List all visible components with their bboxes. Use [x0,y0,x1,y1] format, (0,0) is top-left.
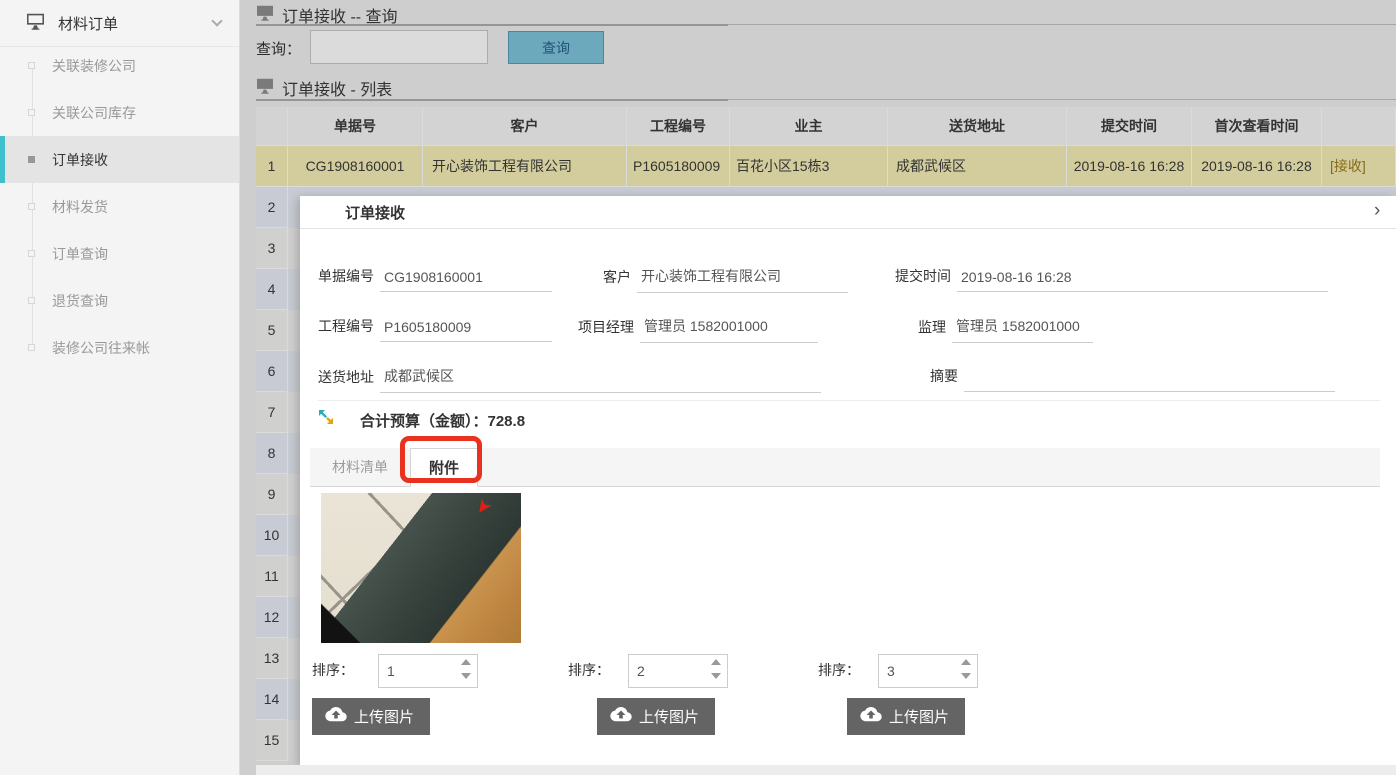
bullet-icon [28,109,35,116]
sort-stepper-3[interactable] [878,654,978,688]
sidebar-item-label: 退货查询 [52,291,108,311]
bullet-icon [28,203,35,210]
horizontal-scrollbar[interactable] [256,765,1396,775]
tab-material-list[interactable]: 材料清单 [310,448,410,486]
sidebar-item-order-query[interactable]: 订单查询 [0,230,239,277]
field-submit-time-value[interactable]: 2019-08-16 16:28 [957,269,1328,292]
field-submit-time: 提交时间 2019-08-16 16:28 [895,266,1328,292]
sidebar-item-material-ship[interactable]: 材料发货 [0,183,239,230]
sort-stepper-2[interactable] [628,654,728,688]
stepper-down-icon[interactable] [461,673,471,679]
bullet-icon [28,62,35,69]
upload-image-button-3[interactable]: 上传图片 [847,698,965,735]
upload-image-button-1[interactable]: 上传图片 [312,698,430,735]
order-receive-modal: 订单接收 › 单据编号 CG1908160001 客户 开心装饰工程有限公司 提… [300,196,1396,765]
sidebar-item-company-stock[interactable]: 关联公司库存 [0,89,239,136]
field-supervisor: 监理 管理员 1582001000 [918,316,1093,343]
upload-image-button-2[interactable]: 上传图片 [597,698,715,735]
cloud-upload-icon [610,707,632,727]
bullet-icon [28,156,35,163]
attachment-photo-thumbnail[interactable]: ➤ [321,493,521,643]
sidebar: 材料订单 关联装修公司 关联公司库存 订单接收 材料发货 订单查询 退货查询 装… [0,0,240,775]
cloud-upload-icon [860,707,882,727]
sidebar-item-label: 订单查询 [52,244,108,264]
field-project-manager-value[interactable]: 管理员 1582001000 [640,316,818,343]
sort-label-3: 排序： [818,658,860,682]
field-customer-value[interactable]: 开心装饰工程有限公司 [637,266,848,293]
sidebar-item-label: 装修公司往来帐 [52,338,150,358]
red-arrow-annotation-icon: ➤ [469,493,497,519]
field-customer: 客户 开心装饰工程有限公司 [603,266,848,293]
field-delivery-address-value[interactable]: 成都武候区 [380,366,821,393]
bullet-icon [28,344,35,351]
field-doc-no-value[interactable]: CG1908160001 [380,269,552,292]
sidebar-item-label: 关联公司库存 [52,103,136,123]
field-supervisor-value[interactable]: 管理员 1582001000 [952,316,1093,343]
field-delivery-address: 送货地址 成都武候区 [318,366,821,393]
sidebar-item-related-company[interactable]: 关联装修公司 [0,42,239,89]
sidebar-item-order-receive[interactable]: 订单接收 [0,136,239,183]
stepper-down-icon[interactable] [961,673,971,679]
sort-label-1: 排序： [312,658,354,682]
stepper-up-icon[interactable] [461,659,471,665]
divider [318,400,1380,401]
stepper-down-icon[interactable] [711,673,721,679]
field-summary-value[interactable] [964,385,1335,392]
sidebar-header[interactable]: 材料订单 [0,0,239,47]
collapse-chevron-icon[interactable]: › [1374,200,1394,222]
sidebar-item-label: 订单接收 [52,150,108,170]
stepper-up-icon[interactable] [711,659,721,665]
cloud-upload-icon [325,707,347,727]
tab-bar: 材料清单 附件 [310,448,1380,487]
bullet-icon [28,250,35,257]
sort-input-1[interactable] [379,655,455,687]
chevron-down-icon [211,15,222,26]
field-project-manager: 项目经理 管理员 1582001000 [578,316,818,343]
field-project-no-value[interactable]: P1605180009 [380,319,552,342]
modal-title: 订单接收 [345,202,405,223]
monitor-icon [26,13,45,34]
sort-label-2: 排序： [568,658,610,682]
sidebar-item-return-query[interactable]: 退货查询 [0,277,239,324]
budget-total-text: 合计预算（金额）：728.8 [360,410,525,431]
field-doc-no: 单据编号 CG1908160001 [318,266,552,292]
sort-stepper-1[interactable] [378,654,478,688]
field-project-no: 工程编号 P1605180009 [318,316,552,342]
field-summary: 摘要 [930,366,1335,392]
sidebar-title: 材料订单 [58,13,118,34]
expand-arrows-icon[interactable] [318,409,334,430]
bullet-icon [28,297,35,304]
sidebar-item-label: 关联装修公司 [52,56,136,76]
sort-input-2[interactable] [629,655,705,687]
sidebar-item-label: 材料发货 [52,197,108,217]
tab-attachments[interactable]: 附件 [410,448,478,487]
sort-input-3[interactable] [879,655,955,687]
app-window: 材料订单 关联装修公司 关联公司库存 订单接收 材料发货 订单查询 退货查询 装… [0,0,1396,775]
modal-header: 订单接收 [300,196,1396,229]
stepper-up-icon[interactable] [961,659,971,665]
sidebar-item-company-account[interactable]: 装修公司往来帐 [0,324,239,371]
